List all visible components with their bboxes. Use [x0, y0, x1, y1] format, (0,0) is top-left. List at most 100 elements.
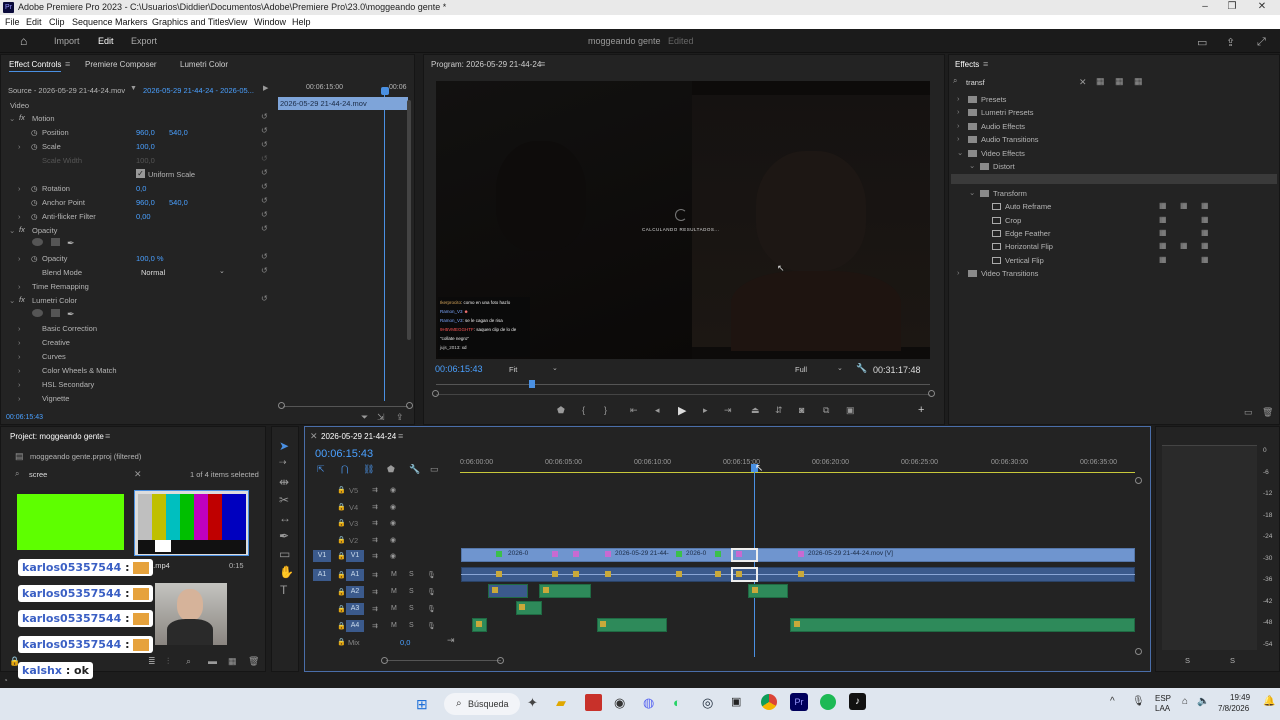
edit-tab[interactable]: Edit	[98, 36, 114, 46]
mute-button[interactable]: M	[391, 622, 397, 629]
premiere-pro-icon[interactable]: Pr	[790, 693, 808, 711]
tray-expand-icon[interactable]: ^	[1110, 696, 1115, 707]
track-a4-target[interactable]: A4	[346, 620, 364, 632]
ripple-edit-icon[interactable]: ⇹	[279, 475, 289, 489]
lift-icon[interactable]: ⏏	[751, 405, 760, 416]
go-to-in-icon[interactable]: ⇤	[630, 405, 638, 416]
opacity-value[interactable]: 100,0 %	[136, 254, 164, 263]
discord-icon[interactable]: ◍	[643, 695, 654, 711]
eye-icon[interactable]: ◉	[390, 552, 396, 560]
track-label[interactable]: V3	[349, 519, 358, 528]
ec-scrollbar[interactable]	[407, 100, 411, 340]
project-title[interactable]: Project: moggeando gente	[10, 432, 104, 441]
reset-icon[interactable]: ↺	[261, 126, 268, 135]
ec-zoom-handle[interactable]	[278, 402, 285, 409]
settings-wrench-icon[interactable]: 🔧	[409, 464, 420, 475]
lumetri-item[interactable]: Vignette	[42, 394, 69, 403]
effects-folder[interactable]: Video Effects	[981, 149, 1025, 158]
rectangle-mask-icon[interactable]	[51, 309, 60, 317]
reset-icon[interactable]: ↺	[261, 210, 268, 219]
taskbar-search[interactable]: ⌕ Búsqueda	[444, 693, 520, 715]
voiceover-mic-icon[interactable]: 🎙	[427, 622, 436, 630]
zoom-handle[interactable]	[381, 657, 388, 664]
epic-games-icon[interactable]: ▣	[731, 695, 741, 708]
selected-clip-outline[interactable]	[731, 567, 758, 582]
anchor-y[interactable]: 540,0	[169, 198, 188, 207]
scale-value[interactable]: 100,0	[136, 142, 155, 151]
slip-tool-icon[interactable]: ↔	[279, 511, 291, 525]
menu-edit[interactable]: Edit	[26, 17, 42, 27]
solo-right[interactable]: S	[1230, 656, 1235, 665]
extract-icon[interactable]: ⇵	[775, 405, 783, 416]
fit-select[interactable]: Fit	[509, 365, 517, 374]
menu-sequence[interactable]: Sequence	[72, 17, 113, 27]
timeline-timecode[interactable]: 00:06:15:43	[315, 448, 373, 460]
stopwatch-icon[interactable]: ◷	[31, 254, 38, 263]
eye-icon[interactable]: ◉	[390, 486, 396, 494]
pen-mask-icon[interactable]: ✒	[67, 309, 75, 320]
effect-item[interactable]: Edge Feather	[1005, 229, 1050, 238]
program-title[interactable]: Program: 2026-05-29 21-44-24	[431, 60, 541, 69]
stopwatch-icon[interactable]: ◷	[31, 128, 38, 137]
ec-clip-bar[interactable]: 2026-05-29 21-44-24.mov	[278, 97, 408, 110]
expand-arrow-icon[interactable]: ›	[957, 268, 960, 277]
selection-tool-icon[interactable]: ➤	[279, 439, 289, 453]
fx-icon[interactable]: fx	[19, 113, 25, 122]
sync-lock-icon[interactable]: ⇉	[372, 552, 378, 560]
project-search-input[interactable]: scree	[29, 470, 47, 479]
expand-arrow-icon[interactable]: ›	[18, 324, 21, 333]
expand-arrow-icon[interactable]: ›	[957, 134, 960, 143]
sync-lock-icon[interactable]: ⇉	[372, 519, 378, 527]
eye-icon[interactable]: ◉	[390, 536, 396, 544]
captions-icon[interactable]: ▭	[430, 464, 439, 475]
obs-icon[interactable]: ◉	[614, 695, 625, 711]
new-item-icon[interactable]: ▦	[228, 656, 237, 667]
rotation-value[interactable]: 0,0	[136, 184, 146, 193]
zoom-handle-right[interactable]	[928, 390, 935, 397]
pen-tool-icon[interactable]: ✒	[279, 529, 289, 543]
add-marker-icon[interactable]: ⬟	[557, 405, 565, 416]
expand-arrow-icon[interactable]: ›	[18, 380, 21, 389]
tab-lumetri-color[interactable]: Lumetri Color	[180, 60, 228, 69]
track-label[interactable]: V4	[349, 503, 358, 512]
panel-menu-icon[interactable]: ≡	[540, 59, 545, 69]
expand-arrow-icon[interactable]: ⌄	[969, 188, 975, 197]
expand-arrow-icon[interactable]: ›	[18, 142, 21, 151]
lock-icon[interactable]: 🔒	[337, 622, 346, 630]
chevron-down-icon[interactable]: ⌄	[837, 364, 843, 372]
selected-clip-outline[interactable]	[731, 548, 758, 562]
stopwatch-icon[interactable]: ◷	[31, 142, 38, 151]
expand-arrow-icon[interactable]: ›	[18, 366, 21, 375]
restore-button[interactable]: ❐	[1222, 1, 1242, 12]
expand-arrow-icon[interactable]: ›	[18, 338, 21, 347]
export-tab[interactable]: Export	[131, 36, 157, 46]
clear-search-icon[interactable]: ✕	[134, 469, 142, 480]
rectangle-tool-icon[interactable]: ▭	[279, 547, 290, 561]
delete-icon[interactable]: 🗑	[248, 656, 259, 667]
anchor-x[interactable]: 960,0	[136, 198, 155, 207]
whatsapp-icon[interactable]: ◐	[673, 695, 681, 710]
find-icon[interactable]: ⌕	[186, 656, 191, 667]
fx-icon[interactable]: fx	[19, 295, 25, 304]
menu-window[interactable]: Window	[254, 17, 286, 27]
effect-item[interactable]: Vertical Flip	[1005, 256, 1044, 265]
automate-icon[interactable]: ⫶	[167, 656, 169, 667]
reset-icon[interactable]: ↺	[261, 196, 268, 205]
vertical-zoom-handle[interactable]	[1135, 477, 1142, 484]
lumetri-item[interactable]: Color Wheels & Match	[42, 366, 117, 375]
menu-file[interactable]: File	[5, 17, 20, 27]
expand-icon[interactable]: ⌄	[9, 296, 15, 305]
effects-search-input[interactable]: transf	[966, 78, 985, 87]
antiflicker-value[interactable]: 0,00	[136, 212, 151, 221]
stopwatch-icon[interactable]: ◷	[31, 184, 38, 193]
sort-icon[interactable]: ≣	[148, 656, 156, 667]
effects-folder[interactable]: Transform	[993, 189, 1027, 198]
windows-start-icon[interactable]: ⊞	[416, 696, 428, 713]
sync-lock-icon[interactable]: ⇉	[372, 503, 378, 511]
filter-icon[interactable]: ⏷	[361, 412, 368, 423]
reset-icon[interactable]: ↺	[261, 140, 268, 149]
lock-icon[interactable]: 🔒	[337, 588, 346, 596]
expand-arrow-icon[interactable]: ⌄	[969, 161, 975, 170]
minimize-button[interactable]: –	[1195, 1, 1215, 12]
expand-icon[interactable]: ⌄	[9, 226, 15, 235]
